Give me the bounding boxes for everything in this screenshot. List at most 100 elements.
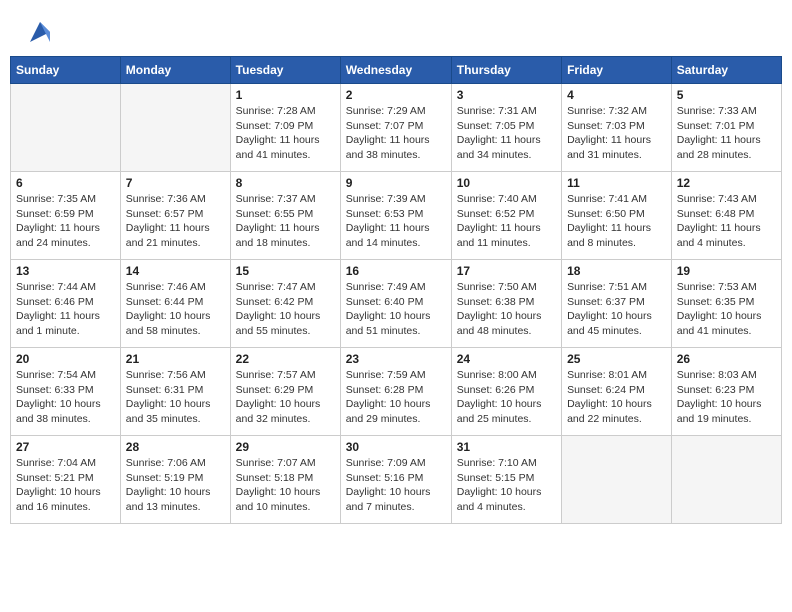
calendar-cell: 21 Sunrise: 7:56 AMSunset: 6:31 PMDayligh… [120,348,230,436]
calendar-cell [562,436,672,524]
calendar-header-thursday: Thursday [451,57,561,84]
calendar-cell: 15Sunrise: 7:47 AMSunset: 6:42 PMDayligh… [230,260,340,348]
day-detail: Sunrise: 7:28 AMSunset: 7:09 PMDaylight:… [236,104,335,163]
calendar-cell: 3 Sunrise: 7:31 AMSunset: 7:05 PMDaylight… [451,84,561,172]
calendar-cell: 25 Sunrise: 8:01 AMSunset: 6:24 PMDayligh… [562,348,672,436]
calendar-wrapper: SundayMondayTuesdayWednesdayThursdayFrid… [0,56,792,534]
calendar-cell: 5 Sunrise: 7:33 AMSunset: 7:01 PMDaylight… [671,84,781,172]
calendar-cell: 27 Sunrise: 7:04 AMSunset: 5:21 PMDayligh… [11,436,121,524]
day-number: 30 [346,440,446,454]
page-header [0,0,792,56]
day-detail: Sunrise: 7:29 AMSunset: 7:07 PMDaylight:… [346,104,446,163]
day-number: 20 [16,352,115,366]
day-number: 3 [457,88,556,102]
day-number: 16 [346,264,446,278]
day-number: 21 [126,352,225,366]
calendar-cell: 20 Sunrise: 7:54 AMSunset: 6:33 PMDayligh… [11,348,121,436]
day-detail: Sunrise: 7:44 AMSunset: 6:46 PMDaylight:… [16,280,115,339]
day-detail: Sunrise: 7:59 AMSunset: 6:28 PMDaylight:… [346,368,446,427]
day-detail: Sunrise: 7:36 AMSunset: 6:57 PMDaylight:… [126,192,225,251]
calendar-cell: 28 Sunrise: 7:06 AMSunset: 5:19 PMDayligh… [120,436,230,524]
day-number: 13 [16,264,115,278]
day-detail: Sunrise: 7:46 AMSunset: 6:44 PMDaylight:… [126,280,225,339]
calendar-week-2: 6Sunrise: 7:35 AMSunset: 6:59 PMDaylight… [11,172,782,260]
day-detail: Sunrise: 7:06 AMSunset: 5:19 PMDaylight:… [126,456,225,515]
calendar-cell: 7 Sunrise: 7:36 AMSunset: 6:57 PMDaylight… [120,172,230,260]
day-detail: Sunrise: 7:40 AMSunset: 6:52 PMDaylight:… [457,192,556,251]
calendar-cell: 13 Sunrise: 7:44 AMSunset: 6:46 PMDayligh… [11,260,121,348]
calendar-week-4: 20 Sunrise: 7:54 AMSunset: 6:33 PMDayligh… [11,348,782,436]
calendar-cell: 23 Sunrise: 7:59 AMSunset: 6:28 PMDayligh… [340,348,451,436]
day-number: 9 [346,176,446,190]
day-detail: Sunrise: 7:56 AMSunset: 6:31 PMDaylight:… [126,368,225,427]
day-number: 1 [236,88,335,102]
calendar-cell [120,84,230,172]
day-detail: Sunrise: 7:43 AMSunset: 6:48 PMDaylight:… [677,192,776,251]
logo-icon [26,18,54,46]
day-number: 4 [567,88,666,102]
calendar-week-5: 27 Sunrise: 7:04 AMSunset: 5:21 PMDayligh… [11,436,782,524]
day-detail: Sunrise: 7:54 AMSunset: 6:33 PMDaylight:… [16,368,115,427]
calendar-week-1: 1 Sunrise: 7:28 AMSunset: 7:09 PMDaylight… [11,84,782,172]
day-detail: Sunrise: 7:49 AMSunset: 6:40 PMDaylight:… [346,280,446,339]
day-detail: Sunrise: 7:10 AMSunset: 5:15 PMDaylight:… [457,456,556,515]
day-detail: Sunrise: 7:50 AMSunset: 6:38 PMDaylight:… [457,280,556,339]
day-number: 27 [16,440,115,454]
calendar-cell: 18 Sunrise: 7:51 AMSunset: 6:37 PMDayligh… [562,260,672,348]
calendar-cell: 29 Sunrise: 7:07 AMSunset: 5:18 PMDayligh… [230,436,340,524]
day-number: 18 [567,264,666,278]
day-detail: Sunrise: 8:01 AMSunset: 6:24 PMDaylight:… [567,368,666,427]
calendar-cell: 9 Sunrise: 7:39 AMSunset: 6:53 PMDaylight… [340,172,451,260]
day-number: 5 [677,88,776,102]
calendar-cell [671,436,781,524]
day-number: 8 [236,176,335,190]
calendar-cell: 4Sunrise: 7:32 AMSunset: 7:03 PMDaylight… [562,84,672,172]
day-number: 10 [457,176,556,190]
day-detail: Sunrise: 7:53 AMSunset: 6:35 PMDaylight:… [677,280,776,339]
calendar-cell [11,84,121,172]
day-number: 26 [677,352,776,366]
calendar-header-tuesday: Tuesday [230,57,340,84]
day-number: 28 [126,440,225,454]
day-number: 29 [236,440,335,454]
day-number: 7 [126,176,225,190]
day-detail: Sunrise: 7:04 AMSunset: 5:21 PMDaylight:… [16,456,115,515]
day-number: 25 [567,352,666,366]
calendar-cell: 30 Sunrise: 7:09 AMSunset: 5:16 PMDayligh… [340,436,451,524]
calendar-cell: 14 Sunrise: 7:46 AMSunset: 6:44 PMDayligh… [120,260,230,348]
calendar-cell: 19 Sunrise: 7:53 AMSunset: 6:35 PMDayligh… [671,260,781,348]
calendar-cell: 10 Sunrise: 7:40 AMSunset: 6:52 PMDayligh… [451,172,561,260]
day-number: 23 [346,352,446,366]
day-detail: Sunrise: 7:37 AMSunset: 6:55 PMDaylight:… [236,192,335,251]
calendar-cell: 26 Sunrise: 8:03 AMSunset: 6:23 PMDayligh… [671,348,781,436]
logo [24,18,54,46]
day-detail: Sunrise: 8:03 AMSunset: 6:23 PMDaylight:… [677,368,776,427]
day-number: 15 [236,264,335,278]
calendar-cell: 6Sunrise: 7:35 AMSunset: 6:59 PMDaylight… [11,172,121,260]
day-detail: Sunrise: 8:00 AMSunset: 6:26 PMDaylight:… [457,368,556,427]
day-detail: Sunrise: 7:57 AMSunset: 6:29 PMDaylight:… [236,368,335,427]
calendar-header-sunday: Sunday [11,57,121,84]
calendar-cell: 24Sunrise: 8:00 AMSunset: 6:26 PMDayligh… [451,348,561,436]
day-detail: Sunrise: 7:09 AMSunset: 5:16 PMDaylight:… [346,456,446,515]
calendar-cell: 1 Sunrise: 7:28 AMSunset: 7:09 PMDaylight… [230,84,340,172]
day-number: 12 [677,176,776,190]
day-number: 14 [126,264,225,278]
day-number: 17 [457,264,556,278]
calendar-cell: 12 Sunrise: 7:43 AMSunset: 6:48 PMDayligh… [671,172,781,260]
day-detail: Sunrise: 7:07 AMSunset: 5:18 PMDaylight:… [236,456,335,515]
day-detail: Sunrise: 7:39 AMSunset: 6:53 PMDaylight:… [346,192,446,251]
calendar-cell: 11Sunrise: 7:41 AMSunset: 6:50 PMDayligh… [562,172,672,260]
calendar-table: SundayMondayTuesdayWednesdayThursdayFrid… [10,56,782,524]
calendar-cell: 17 Sunrise: 7:50 AMSunset: 6:38 PMDayligh… [451,260,561,348]
calendar-header-wednesday: Wednesday [340,57,451,84]
day-detail: Sunrise: 7:33 AMSunset: 7:01 PMDaylight:… [677,104,776,163]
day-number: 19 [677,264,776,278]
day-detail: Sunrise: 7:31 AMSunset: 7:05 PMDaylight:… [457,104,556,163]
day-number: 31 [457,440,556,454]
calendar-header-monday: Monday [120,57,230,84]
day-number: 22 [236,352,335,366]
calendar-cell: 16 Sunrise: 7:49 AMSunset: 6:40 PMDayligh… [340,260,451,348]
day-number: 11 [567,176,666,190]
day-detail: Sunrise: 7:51 AMSunset: 6:37 PMDaylight:… [567,280,666,339]
